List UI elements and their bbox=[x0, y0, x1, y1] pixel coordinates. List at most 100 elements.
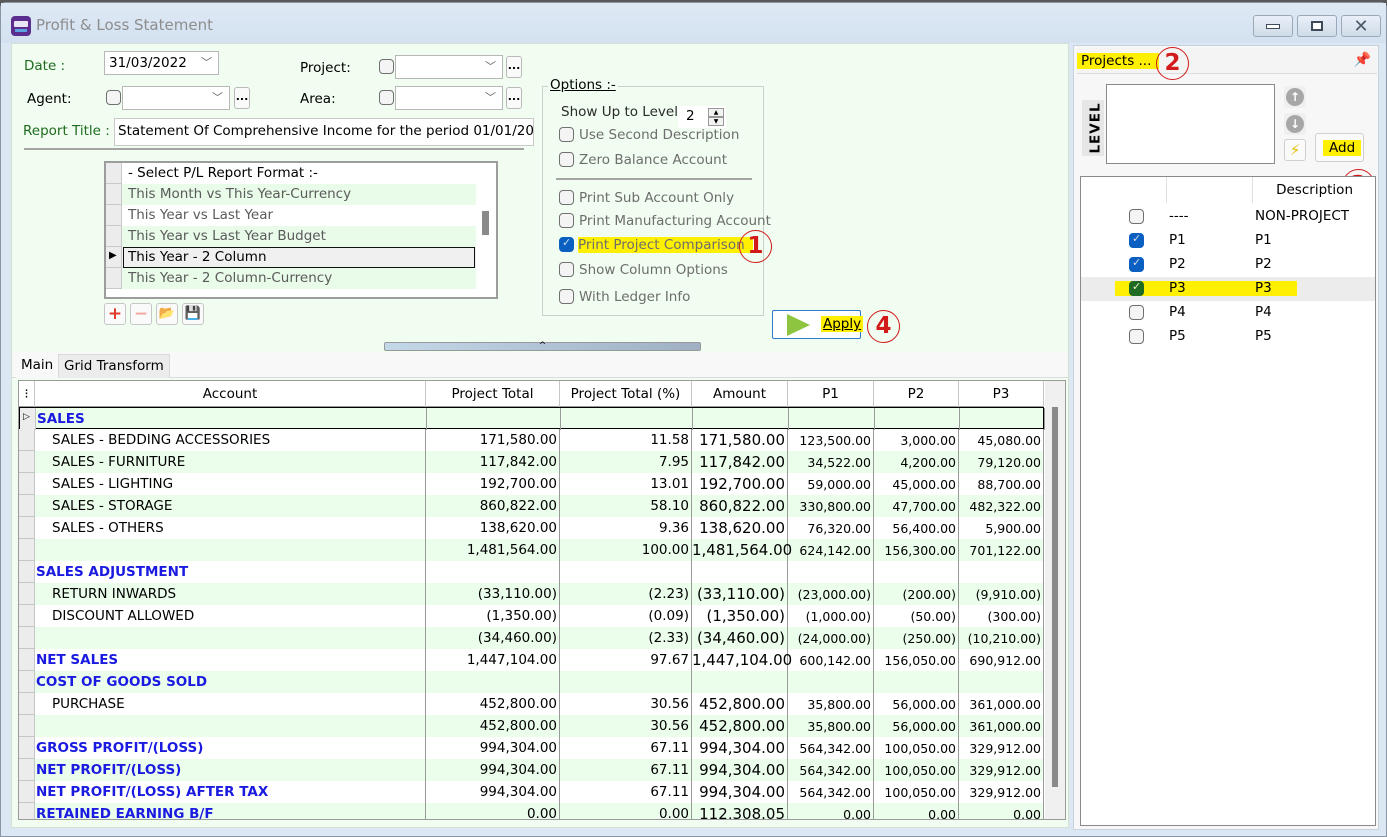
row-indicator[interactable] bbox=[19, 539, 35, 561]
table-row[interactable]: SALES - LIGHTING 192,700.00 13.01 192,700.0… bbox=[19, 473, 1044, 495]
level-list[interactable] bbox=[1106, 84, 1275, 164]
table-row[interactable]: RETAINED EARNING B/F 0.00 0.00 112,308.05 0.… bbox=[19, 803, 1044, 819]
print-sub-account-checkbox[interactable] bbox=[559, 190, 574, 205]
row-indicator[interactable] bbox=[19, 781, 35, 803]
projects-col-code[interactable] bbox=[1167, 177, 1253, 203]
agent-browse-button[interactable]: ... bbox=[234, 87, 250, 109]
date-picker[interactable]: 31/03/2022 ﹀ bbox=[104, 51, 219, 75]
table-row[interactable]: SALES - BEDDING ACCESSORIES 171,580.00 11.… bbox=[19, 429, 1044, 451]
table-row[interactable]: ▷ SALES bbox=[19, 407, 1045, 430]
agent-combo[interactable]: ﹀ bbox=[122, 86, 230, 110]
print-manufacturing-checkbox[interactable] bbox=[559, 213, 574, 228]
project-row[interactable]: P1 P1 bbox=[1081, 229, 1375, 253]
row-indicator[interactable] bbox=[19, 649, 35, 671]
row-indicator[interactable] bbox=[19, 561, 35, 583]
row-indicator[interactable] bbox=[19, 583, 35, 605]
show-level-spinner[interactable]: 2 ▲ ▼ bbox=[678, 106, 726, 128]
tab-main[interactable]: Main bbox=[16, 354, 59, 378]
project-combo[interactable]: ﹀ bbox=[395, 55, 503, 79]
tab-grid-transform[interactable]: Grid Transform bbox=[58, 354, 170, 378]
table-row[interactable]: NET SALES 1,447,104.00 97.67 1,447,104.00 60… bbox=[19, 649, 1044, 671]
row-indicator[interactable] bbox=[19, 803, 35, 819]
row-indicator[interactable] bbox=[19, 715, 35, 737]
report-format-list[interactable]: - Select P/L Report Format :- This Month… bbox=[104, 161, 498, 299]
area-browse-button[interactable]: ... bbox=[506, 87, 522, 109]
table-row[interactable]: 452,800.00 30.56 452,800.00 35,800.00 56,000… bbox=[19, 715, 1044, 737]
add-format-button[interactable]: + bbox=[104, 303, 126, 325]
project-checkbox[interactable] bbox=[1129, 305, 1144, 320]
scrollbar-thumb[interactable] bbox=[1052, 407, 1058, 787]
maximize-button[interactable] bbox=[1297, 15, 1337, 37]
row-indicator[interactable] bbox=[19, 605, 35, 627]
project-row[interactable]: P2 P2 bbox=[1081, 253, 1375, 277]
save-format-button[interactable]: 💾 bbox=[182, 303, 204, 325]
table-row[interactable]: SALES - OTHERS 138,620.00 9.36 138,620.00 76… bbox=[19, 517, 1044, 539]
table-row[interactable]: PURCHASE 452,800.00 30.56 452,800.00 35,800.… bbox=[19, 693, 1044, 715]
project-checkbox[interactable] bbox=[1129, 232, 1144, 248]
print-project-comparison-checkbox[interactable] bbox=[559, 236, 574, 252]
panel-splitter[interactable]: ^ bbox=[384, 342, 701, 351]
project-checkbox[interactable] bbox=[1129, 256, 1144, 272]
table-row[interactable]: SALES ADJUSTMENT bbox=[19, 561, 1044, 583]
project-checkbox[interactable] bbox=[1129, 209, 1144, 224]
minimize-button[interactable] bbox=[1253, 15, 1293, 37]
row-indicator[interactable] bbox=[19, 429, 35, 451]
grid-scrollbar[interactable] bbox=[1045, 381, 1065, 819]
report-title-input[interactable]: Statement Of Comprehensive Income for th… bbox=[114, 118, 534, 146]
project-row[interactable]: P3 P3 bbox=[1081, 277, 1375, 301]
row-indicator[interactable] bbox=[19, 737, 35, 759]
pin-icon[interactable]: 📌 bbox=[1354, 52, 1371, 68]
apply-button[interactable]: Apply bbox=[772, 310, 864, 339]
projects-col-description[interactable]: Description bbox=[1253, 177, 1363, 203]
open-format-button[interactable]: 📂 bbox=[156, 303, 178, 325]
quick-action-button[interactable]: ⚡ bbox=[1284, 139, 1306, 161]
table-row[interactable]: 1,481,564.00 100.00 1,481,564.00 624,142.00… bbox=[19, 539, 1044, 561]
table-row[interactable]: (34,460.00) (2.33) (34,460.00) (24,000.00)(… bbox=[19, 627, 1044, 649]
spin-up-icon[interactable]: ▲ bbox=[708, 108, 724, 117]
area-combo[interactable]: ﹀ bbox=[395, 86, 503, 110]
add-level-button[interactable]: Add bbox=[1315, 133, 1364, 162]
table-row[interactable]: SALES - FURNITURE 117,842.00 7.95 117,842.0… bbox=[19, 451, 1044, 473]
format-item-selected[interactable]: This Year - 2 Column bbox=[106, 247, 476, 268]
projects-col-check[interactable] bbox=[1081, 177, 1167, 203]
table-row[interactable]: NET PROFIT/(LOSS) AFTER TAX 994,304.00 67.… bbox=[19, 781, 1044, 803]
project-row[interactable]: P4 P4 bbox=[1081, 301, 1375, 325]
format-list-scrollbar[interactable] bbox=[482, 211, 489, 235]
agent-filter-checkbox[interactable] bbox=[106, 90, 121, 105]
row-indicator[interactable] bbox=[19, 473, 35, 495]
projects-grid[interactable]: Description ----NON-PROJECTP1P1P2P2P3P3P… bbox=[1080, 176, 1376, 826]
remove-format-button[interactable]: − bbox=[130, 303, 152, 325]
project-row[interactable]: ---- NON-PROJECT bbox=[1081, 205, 1375, 229]
row-indicator[interactable] bbox=[19, 627, 35, 649]
move-up-button[interactable]: ↑ bbox=[1284, 86, 1306, 108]
current-row-icon[interactable]: ▷ bbox=[20, 408, 36, 430]
use-second-description-checkbox[interactable] bbox=[559, 127, 574, 142]
row-indicator[interactable] bbox=[19, 517, 35, 539]
column-header-p2[interactable]: P2 bbox=[874, 381, 959, 407]
column-header-project-total[interactable]: Project Total bbox=[426, 381, 560, 407]
zero-balance-checkbox[interactable] bbox=[559, 152, 574, 167]
close-button[interactable]: ✕ bbox=[1341, 15, 1381, 37]
format-item[interactable]: This Year - 2 Column-Currency bbox=[106, 268, 476, 289]
move-down-button[interactable]: ↓ bbox=[1284, 113, 1306, 135]
row-indicator[interactable] bbox=[19, 693, 35, 715]
row-indicator[interactable] bbox=[19, 759, 35, 781]
spin-down-icon[interactable]: ▼ bbox=[708, 117, 724, 126]
pl-grid[interactable]: ⁝ Account Project Total Project Total (%) Am… bbox=[18, 380, 1066, 820]
column-header-account[interactable]: Account bbox=[35, 381, 426, 407]
project-checkbox[interactable] bbox=[1129, 329, 1144, 344]
column-header-project-total[interactable]: Project Total (%) bbox=[560, 381, 692, 407]
column-chooser-icon[interactable] bbox=[106, 163, 122, 184]
table-row[interactable]: COST OF GOODS SOLD bbox=[19, 671, 1044, 693]
format-item[interactable]: This Year vs Last Year Budget bbox=[106, 226, 476, 247]
column-header-p3[interactable]: P3 bbox=[959, 381, 1044, 407]
format-item[interactable]: This Month vs This Year-Currency bbox=[106, 184, 476, 205]
column-chooser-icon[interactable]: ⁝ bbox=[19, 381, 35, 407]
table-row[interactable]: RETURN INWARDS (33,110.00) (2.23) (33,110.0… bbox=[19, 583, 1044, 605]
table-row[interactable]: GROSS PROFIT/(LOSS) 994,304.00 67.11 994,30… bbox=[19, 737, 1044, 759]
area-filter-checkbox[interactable] bbox=[379, 90, 394, 105]
row-indicator[interactable] bbox=[19, 671, 35, 693]
show-column-options-checkbox[interactable] bbox=[559, 262, 574, 277]
project-browse-button[interactable]: ... bbox=[506, 56, 522, 78]
table-row[interactable]: SALES - STORAGE 860,822.00 58.10 860,822.00… bbox=[19, 495, 1044, 517]
